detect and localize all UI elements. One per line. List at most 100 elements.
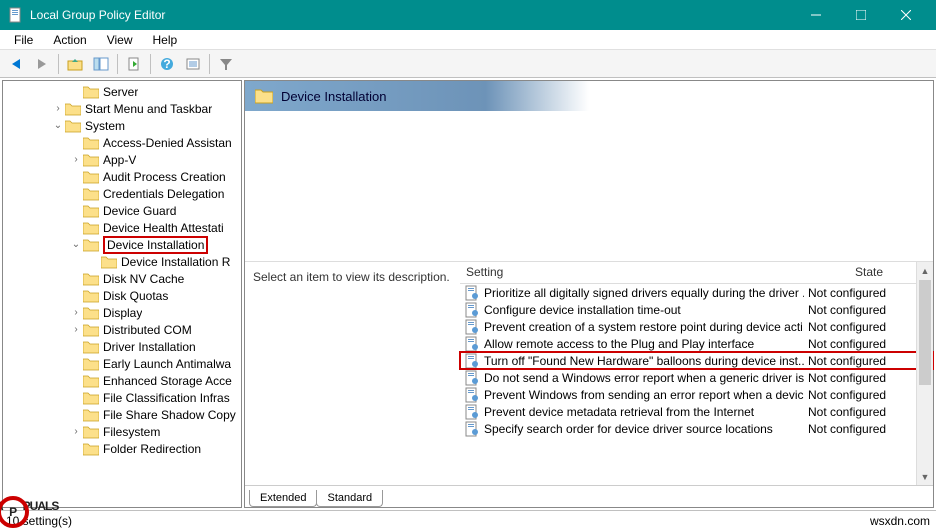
folder-icon [65,119,81,133]
tree-item[interactable]: Driver Installation [3,338,241,355]
folder-icon [65,102,81,116]
list-item[interactable]: Turn off "Found New Hardware" balloons d… [460,352,933,369]
scroll-down-icon[interactable]: ▼ [917,468,933,485]
setting-state: Not configured [804,388,933,402]
list-item[interactable]: Specify search order for device driver s… [460,420,933,437]
forward-button[interactable] [30,52,54,76]
toolbar-separator [58,54,59,74]
tree-item[interactable]: ›Start Menu and Taskbar [3,100,241,117]
folder-icon [83,442,99,456]
filter-button[interactable] [214,52,238,76]
tree-item-label: Driver Installation [103,340,196,354]
expand-icon[interactable]: › [69,427,83,437]
close-button[interactable] [883,0,928,30]
svg-text:?: ? [163,57,170,71]
tree-item[interactable]: Early Launch Antimalwa [3,355,241,372]
policy-icon [464,336,480,352]
details-gap [245,111,933,261]
tree-item[interactable]: › App-V [3,151,241,168]
tree-item[interactable]: Folder Redirection [3,440,241,457]
folder-icon [83,323,99,337]
list-item[interactable]: Prioritize all digitally signed drivers … [460,284,933,301]
menu-file[interactable]: File [4,31,43,49]
expand-icon[interactable]: ⌄ [51,121,65,131]
expand-icon[interactable]: › [69,325,83,335]
tree-item-label: Credentials Delegation [103,187,224,201]
scroll-thumb[interactable] [919,280,931,385]
properties-button[interactable] [181,52,205,76]
export-button[interactable] [122,52,146,76]
tree-item[interactable]: ⌄ System [3,117,241,134]
setting-state: Not configured [804,337,933,351]
policy-icon [464,404,480,420]
tree-item[interactable]: ›Distributed COM [3,321,241,338]
tree-item[interactable]: File Share Shadow Copy [3,406,241,423]
tab-extended[interactable]: Extended [249,490,317,507]
tree-item[interactable]: Access-Denied Assistan [3,134,241,151]
tree-item-label: Early Launch Antimalwa [103,357,231,371]
toolbar-separator [150,54,151,74]
filter-icon [218,57,234,71]
menu-help[interactable]: Help [143,31,188,49]
list-item[interactable]: Prevent Windows from sending an error re… [460,386,933,403]
details-header-title: Device Installation [281,89,387,104]
toolbar-separator [117,54,118,74]
tree-item[interactable]: Server [3,83,241,100]
folder-icon [83,153,99,167]
tree-item[interactable]: Enhanced Storage Acce [3,372,241,389]
back-button[interactable] [4,52,28,76]
folder-up-icon [67,57,83,71]
tree-pane[interactable]: Server›Start Menu and Taskbar ⌄ SystemAcce… [2,80,242,508]
menu-view[interactable]: View [97,31,143,49]
list-item[interactable]: Prevent device metadata retrieval from t… [460,403,933,420]
tree-item[interactable]: Disk Quotas [3,287,241,304]
expand-icon[interactable]: › [51,104,65,114]
tree-item-label: File Share Shadow Copy [103,408,236,422]
tree-item[interactable]: ›Display [3,304,241,321]
expand-icon[interactable]: › [69,155,83,165]
tree-item-label: Server [103,85,138,99]
list-item[interactable]: Prevent creation of a system restore poi… [460,318,933,335]
tree-item-label: System [85,119,125,133]
scroll-up-icon[interactable]: ▲ [917,262,933,279]
scrollbar[interactable]: ▲ ▼ [916,262,933,485]
expand-icon[interactable]: › [69,308,83,318]
setting-name: Specify search order for device driver s… [484,422,804,436]
folder-icon [83,187,99,201]
folder-icon [83,425,99,439]
tree-item[interactable]: File Classification Infras [3,389,241,406]
list-item[interactable]: Configure device installation time-outNo… [460,301,933,318]
column-setting[interactable]: Setting [460,262,805,283]
tree-item[interactable]: Device Health Attestati [3,219,241,236]
tree-item[interactable]: Credentials Delegation [3,185,241,202]
tree-item[interactable]: Device Guard [3,202,241,219]
setting-name: Prevent device metadata retrieval from t… [484,405,804,419]
maximize-button[interactable] [838,0,883,30]
tree-item[interactable]: Disk NV Cache [3,270,241,287]
tree-item-label: Filesystem [103,425,160,439]
folder-icon [83,85,99,99]
tree-item-label: App-V [103,153,136,167]
up-button[interactable] [63,52,87,76]
tree-item-label: Device Health Attestati [103,221,224,235]
show-hide-tree-button[interactable] [89,52,113,76]
menu-action[interactable]: Action [43,31,96,49]
expand-icon[interactable]: ⌄ [69,240,83,250]
tree-item[interactable]: Audit Process Creation [3,168,241,185]
list-item[interactable]: Allow remote access to the Plug and Play… [460,335,933,352]
toolbar: ? [0,50,936,78]
tree-item[interactable]: Device Installation R [3,253,241,270]
help-button[interactable]: ? [155,52,179,76]
setting-state: Not configured [804,371,933,385]
column-state[interactable]: State [805,262,933,283]
tree-item[interactable]: ⌄Device Installation [3,236,241,253]
folder-icon [83,340,99,354]
folder-icon [83,204,99,218]
tab-standard[interactable]: Standard [316,490,383,507]
list-header[interactable]: Setting State [460,262,933,284]
setting-name: Prioritize all digitally signed drivers … [484,286,804,300]
list-item[interactable]: Do not send a Windows error report when … [460,369,933,386]
minimize-button[interactable] [793,0,838,30]
policy-icon [464,370,480,386]
tree-item[interactable]: › Filesystem [3,423,241,440]
